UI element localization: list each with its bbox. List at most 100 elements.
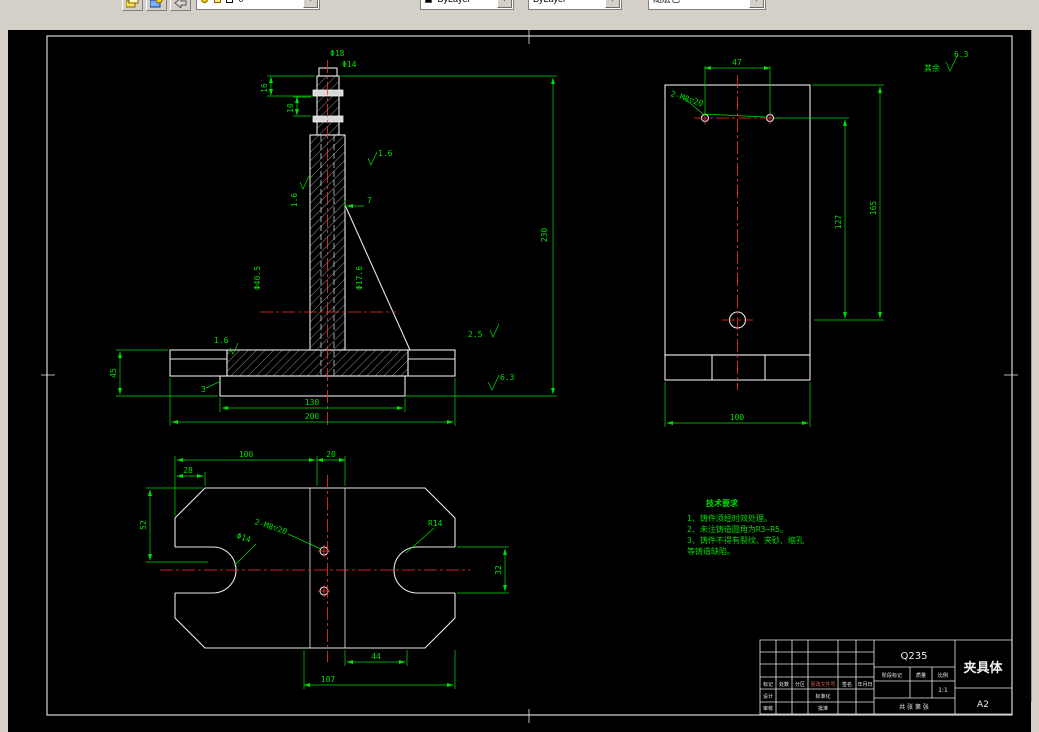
tb-label-date: 年月日: [857, 681, 872, 688]
cad-application-window: { "toolbar": { "icons": ["layers-icon", …: [0, 0, 1039, 732]
dim-20: 20: [326, 450, 336, 459]
dim-phi14: Φ14: [235, 531, 252, 544]
color-combo[interactable]: ByLayer ▼: [420, 0, 514, 10]
drawing-sheet: 230 200 130 45 3 7 16 10 Φ18 Φ14 Φ40.5 Φ…: [41, 30, 1018, 723]
dim-32: 32: [494, 565, 503, 575]
stud-cap: [318, 67, 338, 77]
dim-52: 52: [139, 520, 148, 530]
layer-previous-icon-glyph: [174, 0, 187, 8]
right-flange: [407, 349, 456, 377]
bulb-icon: [201, 0, 208, 4]
layer-combo-value: 0: [239, 0, 244, 4]
tech-req-line: 3、铸件不得有裂纹、夹砂、缩孔: [687, 535, 804, 545]
scale-value: 1:1: [938, 687, 948, 694]
top-hole-crosses: [318, 545, 330, 597]
chevron-down-icon[interactable]: ▼: [303, 0, 318, 8]
dim-44: 44: [371, 652, 381, 661]
drawing-canvas[interactable]: 230 200 130 45 3 7 16 10 Φ18 Φ14 Φ40.5 Φ…: [8, 30, 1031, 732]
side-view: 47 127 165 100 2-M8▽20: [664, 58, 884, 427]
dim-top-b: Φ14: [342, 60, 357, 69]
dim-bore-left: Φ40.5: [253, 266, 262, 290]
side-holes-callout: 2-M8▽20: [669, 89, 704, 108]
chevron-down-icon[interactable]: ▼: [497, 0, 512, 8]
tb-label-scale: 比例: [938, 672, 948, 679]
ra-bottom: 6.3: [500, 373, 515, 382]
dim-200: 200: [305, 412, 320, 421]
layers-icon-glyph: [126, 0, 139, 8]
sheet-info: 共 张 第 张: [899, 703, 929, 711]
tech-req-title: 技术要求: [706, 498, 739, 508]
dim-127: 127: [834, 215, 843, 230]
tb-label-count: 处数: [779, 681, 789, 688]
dim-45: 45: [109, 368, 118, 378]
dim-3: 3: [201, 385, 206, 394]
tb-label-mark: 标记: [763, 681, 773, 688]
tb-label-design: 设计: [763, 693, 773, 700]
chevron-down-icon[interactable]: ▼: [605, 0, 620, 8]
layer-previous-icon[interactable]: [170, 0, 191, 11]
tb-label-stage: 阶段标记: [882, 672, 902, 679]
washer-band-1: [312, 89, 344, 97]
layer-color-swatch: [226, 0, 234, 4]
layers-icon[interactable]: [122, 0, 143, 11]
layer-state-icon-glyph: [150, 0, 163, 8]
tb-label-weight: 质量: [916, 672, 926, 679]
tb-label-approve: 批准: [818, 705, 828, 712]
dim-10: 10: [286, 103, 295, 113]
color-combo-value: ByLayer: [438, 0, 471, 4]
properties-toolbar: 0 ▼ ByLayer ▼ ByLayer ▼ 随层色 ▼: [0, 0, 1039, 30]
surface-note-prefix: 其余: [924, 63, 940, 73]
top-centerlines: [160, 475, 470, 662]
dim-16: 16: [260, 83, 269, 93]
side-centerlines: [694, 75, 782, 390]
tb-label-signature: 签名: [842, 681, 852, 688]
dim-7: 7: [367, 196, 372, 205]
layer-state-icon[interactable]: [146, 0, 167, 11]
dim-230: 230: [540, 228, 549, 243]
dim-47: 47: [732, 58, 742, 67]
top-holes-callout: 2-M8▽20: [253, 517, 288, 536]
top-outline-upper: [174, 487, 456, 547]
base-section: [226, 349, 409, 377]
top-view: 100 20 28 52 32 44 107 R14 Φ14 2-M8▽20: [139, 450, 509, 689]
freeze-icon: [213, 0, 221, 4]
dim-28: 28: [183, 466, 193, 475]
ra-base: 1.6: [214, 336, 229, 345]
tech-req-line: 2、未注铸造圆角为R3~R5。: [687, 524, 788, 534]
dim-bore-right: Φ17.6: [355, 266, 364, 290]
tech-req-line: 1、铸件须经时效处理。: [687, 513, 772, 523]
tb-label-zone: 分区: [795, 681, 805, 688]
dim-130: 130: [305, 398, 320, 407]
color-swatch-icon: [425, 0, 432, 4]
ra-side: 2.5: [468, 330, 483, 339]
tb-label-check: 审核: [763, 705, 773, 712]
technical-requirements: 技术要求 1、铸件须经时效处理。 2、未注铸造圆角为R3~R5。 3、铸件不得有…: [687, 498, 804, 556]
neck-section: [316, 75, 340, 136]
tech-req-line: 等铸造缺陷。: [687, 546, 735, 556]
material-value: Q235: [901, 651, 928, 662]
front-view: 230 200 130 45 3 7 16 10 Φ18 Φ14 Φ40.5 Φ…: [109, 49, 557, 428]
sheet-size: A2: [977, 700, 989, 710]
right-edge-panel: [1031, 30, 1039, 702]
surface-finish-note: 其余 6.3: [924, 50, 969, 73]
dim-165: 165: [869, 201, 878, 216]
top-outline-lower: [174, 593, 456, 649]
linetype-combo-value: ByLayer: [533, 0, 566, 4]
washer-band-2: [312, 115, 344, 123]
side-extension-lines: [664, 66, 884, 427]
chevron-down-icon[interactable]: ▼: [749, 0, 764, 8]
side-foot-lines: [711, 355, 766, 380]
tb-label-change-doc: 更改文件号: [810, 681, 835, 688]
dim-107: 107: [321, 675, 336, 684]
linetype-combo[interactable]: ByLayer ▼: [528, 0, 622, 10]
part-name: 夹具体: [963, 660, 1003, 676]
title-block: Q235 夹具体 A2 1:1 共 张 第 张 标记 处数 分区 更改文件号 签…: [759, 639, 1013, 715]
surface-note-value: 6.3: [954, 50, 969, 59]
left-flange: [169, 349, 228, 377]
lineweight-combo-value: 随层色: [653, 0, 680, 4]
dim-r14: R14: [428, 519, 443, 528]
layer-combo[interactable]: 0 ▼: [196, 0, 320, 10]
lineweight-combo[interactable]: 随层色 ▼: [648, 0, 766, 10]
ra-top: 1.6: [378, 149, 393, 158]
foot: [219, 375, 406, 397]
